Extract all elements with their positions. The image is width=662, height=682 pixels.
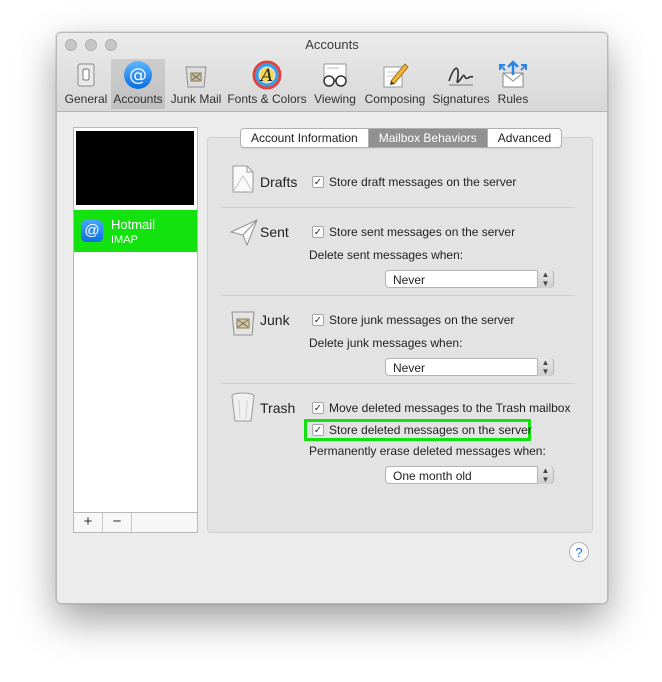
junk-title: Junk [260,312,290,328]
tab-bar: Account Information Mailbox Behaviors Ad… [240,128,563,148]
toolbar-composing[interactable]: Composing [363,59,427,109]
toolbar-fonts-colors[interactable]: A Fonts & Colors [227,59,307,109]
move-to-trash-label: Move deleted messages to the Trash mailb… [329,401,571,415]
store-deleted-label: Store deleted messages on the server [329,423,532,437]
chevron-updown-icon: ▲ ▼ [537,466,553,484]
account-list[interactable]: @ Hotmail IMAP [73,127,198,533]
store-drafts-label: Store draft messages on the server [329,175,517,189]
tab-mailbox-behaviors[interactable]: Mailbox Behaviors [368,129,488,147]
glasses-icon [319,59,351,91]
toolbar-general[interactable]: General [64,59,108,109]
move-to-trash-checkbox[interactable]: ✓ [312,402,324,414]
chevron-updown-icon: ▲ ▼ [537,270,553,288]
delete-junk-label: Delete junk messages when: [309,336,463,350]
pencil-paper-icon [379,59,411,91]
svg-text:A: A [259,66,273,86]
store-junk-checkbox[interactable]: ✓ [312,314,324,326]
help-button[interactable]: ? [569,542,589,562]
separator [221,383,575,384]
delete-sent-popup[interactable]: Never ▲ ▼ [385,270,554,288]
paper-plane-icon [229,217,258,247]
chevron-updown-icon: ▲ ▼ [537,358,553,376]
account-list-footer: + − [73,512,198,533]
delete-sent-label: Delete sent messages when: [309,248,464,262]
tab-account-information[interactable]: Account Information [241,129,369,147]
preferences-window: Accounts General @ Accounts Junk Mail A … [56,32,608,604]
rules-arrows-icon [497,59,529,91]
separator [221,295,575,296]
fonts-colors-icon: A [251,59,283,91]
account-row-hotmail[interactable]: @ Hotmail IMAP [74,210,197,252]
trash-title: Trash [260,400,296,416]
toolbar-rules[interactable]: Rules [493,59,533,109]
toolbar-accounts[interactable]: @ Accounts [111,59,165,109]
store-drafts-checkbox[interactable]: ✓ [312,176,324,188]
account-thumbnail [76,131,194,205]
at-sign-icon: @ [81,220,103,242]
toolbar-viewing[interactable]: Viewing [311,59,359,109]
store-junk-label: Store junk messages on the server [329,313,515,327]
trash-can-icon [229,391,257,422]
signature-icon [445,59,477,91]
toolbar-signatures[interactable]: Signatures [431,59,491,109]
store-sent-checkbox[interactable]: ✓ [312,226,324,238]
account-name: Hotmail [111,217,156,232]
sent-title: Sent [260,224,289,240]
separator [221,207,575,208]
junk-icon [229,307,257,337]
general-switch-icon [70,59,102,91]
store-sent-label: Store sent messages on the server [329,225,516,239]
store-deleted-checkbox[interactable]: ✓ [312,424,324,436]
drafts-title: Drafts [260,174,298,190]
titlebar: Accounts General @ Accounts Junk Mail A … [57,33,607,112]
delete-junk-popup[interactable]: Never ▲ ▼ [385,358,554,376]
erase-deleted-popup[interactable]: One month old ▲ ▼ [385,466,554,484]
account-type: IMAP [111,234,138,246]
at-sign-icon: @ [122,59,154,91]
tab-advanced[interactable]: Advanced [488,129,561,147]
window-title: Accounts [305,37,359,52]
erase-deleted-label: Permanently erase deleted messages when: [309,444,546,458]
toolbar-junk-mail[interactable]: Junk Mail [169,59,223,109]
add-account-button[interactable]: + [74,513,103,532]
drafts-icon [229,164,257,194]
junk-mail-icon [180,59,212,91]
remove-account-button[interactable]: − [103,513,132,532]
svg-text:@: @ [129,65,147,86]
